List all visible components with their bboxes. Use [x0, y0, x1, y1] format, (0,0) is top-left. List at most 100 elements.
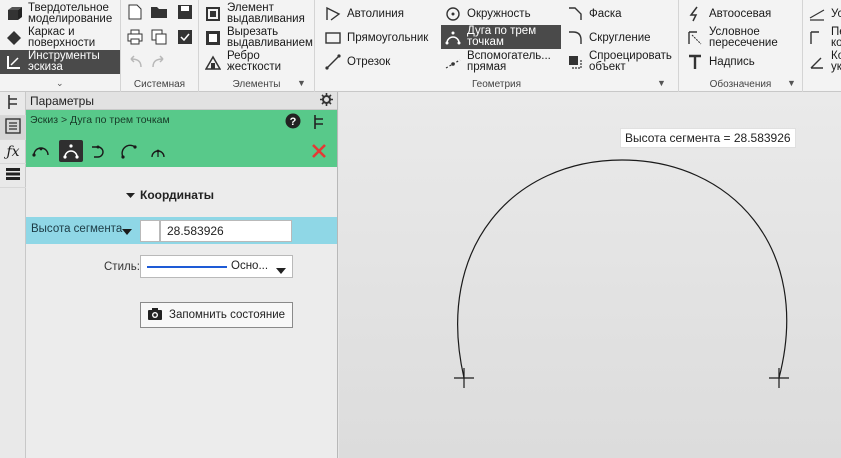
open-folder-icon[interactable]: [149, 2, 169, 22]
segment-height-lock-toggle[interactable]: [140, 220, 160, 242]
new-file-icon[interactable]: [125, 2, 145, 22]
coordinates-section-header[interactable]: Координаты: [126, 188, 214, 202]
conditional-intersection-label: Условное пересечение: [709, 26, 778, 49]
chamfer-icon: [565, 4, 585, 24]
remember-state-button[interactable]: Запомнить состояние: [140, 302, 293, 328]
save-all-icon[interactable]: [175, 27, 195, 47]
panel-header: Параметры: [26, 92, 337, 110]
function-tool-button[interactable]: ƒx: [0, 140, 26, 164]
properties-tool-button[interactable]: [0, 116, 26, 140]
ribbon-group-model: Твердотельное моделирование Каркас и пов…: [0, 0, 121, 92]
rectangle-label: Прямоугольник: [347, 31, 429, 44]
auto-axis-label: Автоосевая: [709, 7, 772, 20]
sketch-tools-label: Инструменты эскиза: [28, 50, 100, 73]
wireframe-surfaces-button[interactable]: Каркас и поверхности: [4, 26, 119, 50]
conditional-intersection-button[interactable]: Условное пересечение: [685, 26, 801, 50]
ribbon-group-system: Системная: [121, 0, 199, 92]
arc-center-icon[interactable]: [29, 140, 53, 162]
sketch-tools-button[interactable]: Инструменты эскиза: [0, 50, 120, 74]
camera-icon: [147, 307, 163, 324]
properties-icon: [5, 118, 21, 137]
overflow-edge-icon: [807, 28, 827, 48]
layers-tool-button[interactable]: [0, 164, 26, 188]
rectangle-icon: [323, 28, 343, 48]
print-icon[interactable]: [125, 27, 145, 47]
inscription-button[interactable]: Надпись: [685, 50, 801, 74]
redo-icon[interactable]: [149, 52, 169, 72]
designations-group-label: Обозначения: [709, 79, 772, 90]
overflow-item-2[interactable]: Пе ко: [807, 26, 841, 50]
segment-height-input[interactable]: [160, 220, 292, 242]
arc-three-points-button[interactable]: Дуга по трем точкам: [441, 25, 561, 49]
fillet-label: Скругление: [589, 31, 651, 44]
cut-extrude-icon: [203, 28, 223, 48]
chevron-down-icon: [276, 264, 286, 278]
arc-three-points-mode-icon[interactable]: [59, 140, 83, 162]
overflow-angle-icon: [807, 52, 827, 72]
cut-extrude-button[interactable]: Вырезать выдавливанием: [203, 26, 313, 50]
drawing-canvas[interactable]: Высота сегмента = 28.583926: [339, 92, 841, 458]
sketch-tools-icon: [4, 52, 24, 72]
ribbon-group-overflow: Ус Пе ко Ко ук: [803, 0, 841, 92]
project-object-label: Спроецировать объект: [589, 50, 672, 73]
conditional-intersection-icon: [685, 28, 705, 48]
arc-three-points-preview: [457, 159, 788, 379]
undo-icon[interactable]: [125, 52, 145, 72]
project-object-button[interactable]: Спроецировать объект: [565, 50, 677, 74]
chamfer-label: Фаска: [589, 7, 622, 20]
auxiliary-line-label: Вспомогатель... прямая: [467, 50, 551, 73]
solid-modeling-button[interactable]: Твердотельное моделирование: [4, 2, 119, 26]
overflow-item-1-label: Ус: [831, 7, 841, 20]
segment-height-label: Высота сегмента: [31, 223, 123, 235]
auto-axis-button[interactable]: Автоосевая: [685, 2, 801, 26]
fillet-button[interactable]: Скругление: [565, 26, 675, 50]
cancel-x-icon[interactable]: [311, 143, 327, 162]
style-select[interactable]: Осно...: [140, 255, 293, 278]
arc-three-points-label: Дуга по трем точкам: [467, 25, 537, 48]
arc-start-point-marker: [454, 368, 474, 388]
segment-height-tooltip: Высота сегмента = 28.583926: [620, 128, 796, 148]
overflow-item-3[interactable]: Ко ук: [807, 50, 841, 74]
ribbon-toolbar: Твердотельное моделирование Каркас и пов…: [0, 0, 841, 92]
segment-button[interactable]: Отрезок: [323, 50, 441, 74]
panel-title: Параметры: [30, 93, 94, 108]
circle-button[interactable]: Окружность: [443, 2, 561, 26]
help-icon[interactable]: ?: [285, 113, 301, 132]
arc-two-points-icon[interactable]: [117, 140, 141, 162]
fillet-icon: [565, 28, 585, 48]
command-header: Эскиз > Дуга по трем точкам ?: [26, 110, 337, 167]
extrude-icon: [203, 4, 223, 24]
inscription-label: Надпись: [709, 55, 755, 68]
gear-icon[interactable]: [320, 92, 333, 109]
rib-label: Ребро жесткости: [227, 50, 282, 73]
ribbon-group-geometry: Автолиния Прямоугольник Отрезок Окружнос…: [315, 0, 679, 92]
chamfer-button[interactable]: Фаска: [565, 2, 675, 26]
remember-state-label: Запомнить состояние: [169, 309, 286, 321]
segment-label: Отрезок: [347, 55, 391, 68]
arc-tangent-icon[interactable]: [87, 140, 111, 162]
surface-icon: [4, 28, 24, 48]
save-icon[interactable]: [175, 2, 195, 22]
auxiliary-line-button[interactable]: Вспомогатель... прямая: [443, 50, 561, 74]
geometry-group-label: Геометрия: [471, 79, 522, 90]
arc-end-point-marker: [769, 368, 789, 388]
ribbon-group-elements: Элемент выдавливания Вырезать выдавливан…: [199, 0, 315, 92]
segment-height-dropdown-icon[interactable]: [122, 225, 132, 239]
tree-panel-icon[interactable]: [312, 114, 326, 133]
overflow-item-1[interactable]: Ус: [807, 2, 841, 26]
svg-text:?: ?: [290, 116, 297, 128]
rib-button[interactable]: Ребро жесткости: [203, 50, 313, 74]
extrude-element-button[interactable]: Элемент выдавливания: [203, 2, 313, 26]
breadcrumb: Эскиз > Дуга по трем точкам: [30, 114, 170, 126]
tree-icon: [6, 94, 20, 113]
tree-tool-button[interactable]: [0, 92, 26, 116]
copy-icon[interactable]: [149, 27, 169, 47]
project-object-icon: [565, 52, 585, 72]
autoline-button[interactable]: Автолиния: [323, 2, 441, 26]
line-style-preview: [147, 266, 227, 268]
rectangle-button[interactable]: Прямоугольник: [323, 26, 441, 50]
ribbon-group-designations: Автоосевая Условное пересечение Надпись …: [679, 0, 803, 92]
arc-perpendicular-icon[interactable]: [146, 140, 170, 162]
cut-extrude-label: Вырезать выдавливанием: [227, 26, 313, 49]
chevron-down-icon[interactable]: ⌄: [56, 78, 64, 89]
